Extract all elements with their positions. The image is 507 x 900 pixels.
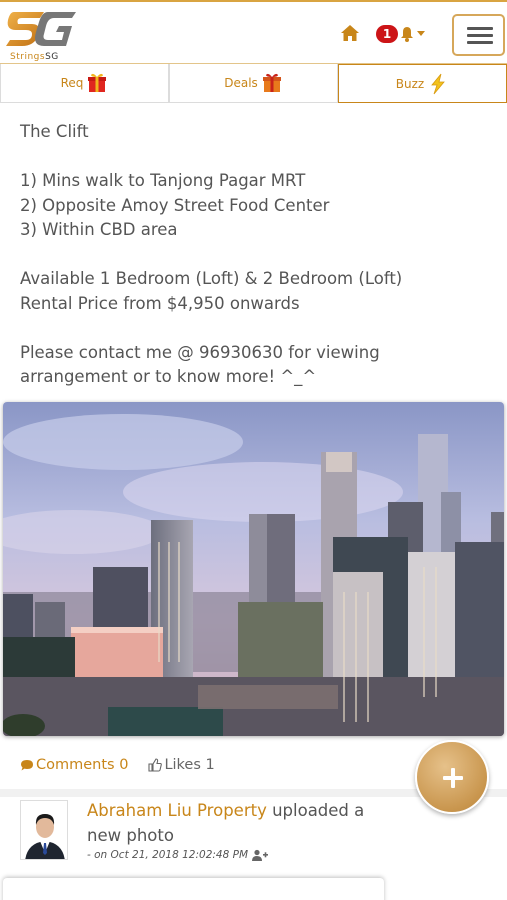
bell-icon [401, 27, 413, 42]
post-photo[interactable] [3, 402, 504, 736]
gift-box-icon [88, 73, 107, 92]
city-skyline-image [3, 402, 504, 736]
hamburger-icon [467, 27, 493, 30]
post-actions: Comments 0 Likes 1 [20, 757, 215, 773]
thumbs-up-icon [148, 758, 163, 772]
tab-req[interactable]: Req [0, 64, 169, 103]
lightning-icon [431, 73, 446, 94]
notification-badge: 1 [376, 25, 398, 43]
home-icon[interactable] [340, 24, 360, 42]
avatar[interactable] [20, 800, 68, 860]
app-header: StringsSG 1 [0, 0, 507, 64]
next-post: Abraham Liu Property uploaded a new phot… [0, 797, 507, 900]
logo-wordmark: StringsSG [10, 52, 59, 62]
tab-buzz[interactable]: Buzz [338, 64, 507, 103]
add-friend-icon[interactable] [252, 849, 269, 861]
comment-icon [21, 760, 33, 771]
post-timestamp: - on Oct 21, 2018 12:02:48 PM [87, 849, 269, 861]
likes-button[interactable]: Likes 1 [148, 757, 215, 773]
add-post-button[interactable] [415, 740, 489, 814]
post-header: Abraham Liu Property uploaded a new phot… [87, 801, 365, 845]
chevron-down-icon [417, 31, 425, 36]
notifications-dropdown[interactable]: 1 [376, 24, 425, 44]
gift-box-icon [262, 73, 281, 92]
post-body: The Clift 1) Mins walk to Tanjong Pagar … [20, 122, 403, 386]
tab-deals[interactable]: Deals [169, 64, 338, 103]
category-tabs: Req Deals Buzz [0, 64, 507, 104]
next-post-card [3, 878, 384, 900]
author-link[interactable]: Abraham Liu Property [87, 801, 267, 820]
menu-button[interactable] [452, 14, 505, 56]
comments-button[interactable]: Comments 0 [20, 757, 128, 773]
app-logo[interactable]: StringsSG [4, 4, 78, 64]
